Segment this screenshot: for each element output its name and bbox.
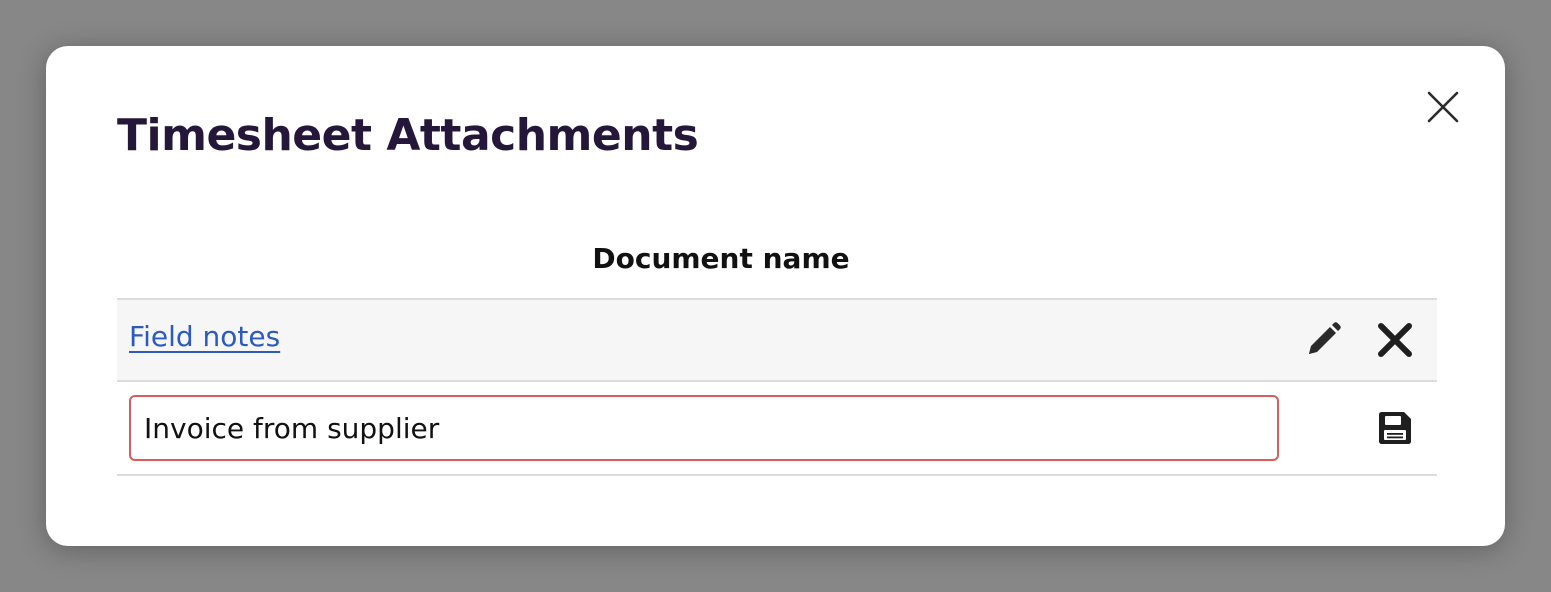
attachments-table: Document name Field notes [117, 231, 1437, 476]
delete-button[interactable] [1375, 320, 1415, 360]
save-button[interactable] [1375, 408, 1415, 448]
column-header-document-name: Document name [592, 242, 850, 275]
attachments-modal: Timesheet Attachments Document name Fiel… [46, 46, 1505, 546]
table-row [117, 382, 1437, 476]
table-header: Document name [117, 231, 1437, 300]
pencil-icon [1309, 322, 1341, 354]
table-row: Field notes [117, 300, 1437, 382]
close-icon [1378, 323, 1412, 357]
modal-close-button[interactable] [1424, 88, 1462, 126]
document-link[interactable]: Field notes [129, 320, 280, 353]
modal-title: Timesheet Attachments [117, 110, 699, 161]
document-name-input[interactable] [129, 395, 1279, 461]
save-icon [1379, 412, 1411, 444]
edit-button[interactable] [1303, 320, 1343, 360]
close-icon [1427, 91, 1459, 123]
